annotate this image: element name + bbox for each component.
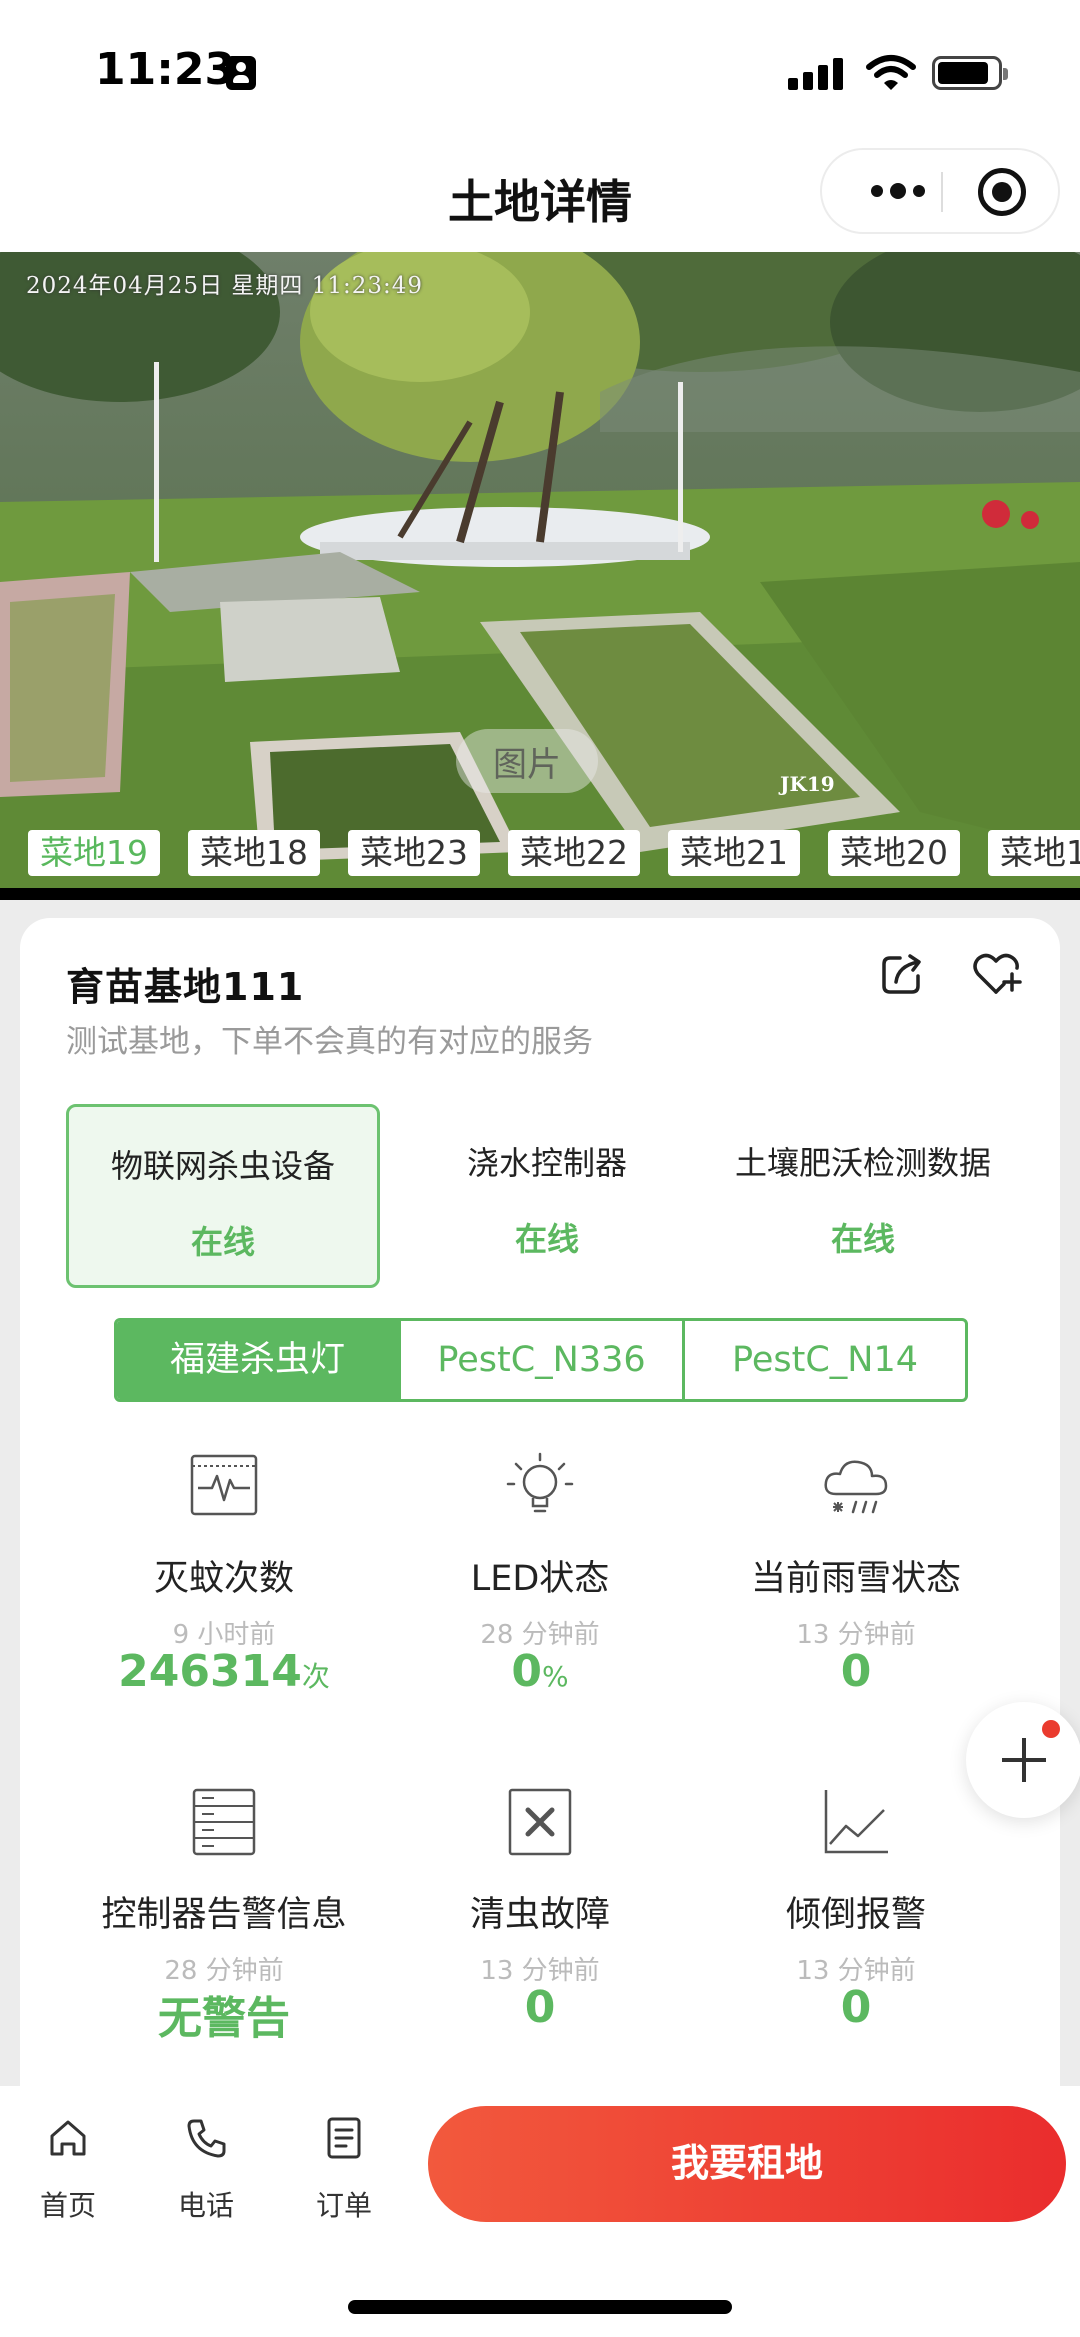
land-detail-card: 育苗基地111 测试基地，下单不会真的有对应的服务 物联网杀虫设备 在线 浇水控… [20,918,1060,2118]
plot-tab[interactable]: 菜地18 [188,830,320,876]
device-status: 在线 [830,1220,895,1258]
camera-bottom-edge [0,888,1080,900]
base-description: 测试基地，下单不会真的有对应的服务 [66,1024,593,1060]
image-watermark: 图片 [456,729,598,793]
metric-insect-clear-fault: 清虫故障 13 分钟前 0 [380,1782,700,2112]
metric-name: 灭蚊次数 [153,1559,294,1599]
metric-value: 0 [524,1982,556,2033]
plot-tab-list: 菜地19 菜地18 菜地23 菜地22 菜地21 菜地20 菜地1 [28,830,1080,880]
sub-device-segmented-control: 福建杀虫灯 PestC_N336 PestC_N14 [114,1318,968,1402]
bottom-action-bar: 首页 电话 订单 我要租地 [0,2086,1080,2337]
line-chart-icon [824,1790,888,1854]
metric-name: 控制器告警信息 [101,1895,347,1935]
home-icon [50,2120,86,2156]
metric-name: 倾倒报警 [785,1895,926,1935]
home-indicator [348,2300,732,2314]
metric-tip-over-alarm: 倾倒报警 13 分钟前 0 [696,1782,1016,2112]
device-name: 土壤肥沃检测数据 [734,1144,991,1182]
metric-value: 0 [840,1646,872,1697]
device-card-watering-controller[interactable]: 浇水控制器 在线 [390,1104,704,1288]
tab-label: 首页 [39,2189,96,2222]
favorite-heart-icon[interactable] [970,948,1022,998]
close-target-icon[interactable] [978,168,1026,216]
camera-timestamp: 2024年04月25日 星期四 11:23:49 [26,273,423,299]
sub-device-tab[interactable]: 福建杀虫灯 [117,1321,398,1399]
tab-orders[interactable]: 订单 [294,2116,394,2226]
cellular-signal-icon [788,58,844,90]
plot-tab[interactable]: 菜地23 [348,830,480,876]
camera-label: JK19 [780,772,835,796]
close-box-icon [508,1788,572,1856]
metric-mosquito-kills: 灭蚊次数 9 小时前 246314次 [64,1446,384,1776]
device-status: 在线 [190,1223,255,1261]
metric-rain-snow-status: 当前雨雪状态 13 分钟前 0 [696,1446,1016,1776]
battery-icon [932,56,1008,90]
tab-label: 订单 [315,2189,372,2222]
device-card-soil-monitor[interactable]: 土壤肥沃检测数据 在线 [706,1104,1020,1288]
floating-add-button[interactable] [966,1702,1080,1818]
device-card-insect-killer[interactable]: 物联网杀虫设备 在线 [66,1104,380,1288]
tab-home[interactable]: 首页 [18,2116,118,2226]
metric-value: 0% [511,1646,569,1697]
rent-land-button[interactable]: 我要租地 [428,2106,1066,2222]
metric-unit: % [542,1660,569,1693]
device-name: 物联网杀虫设备 [110,1147,335,1185]
status-bar: 11:23 [0,0,1080,140]
capsule-divider [941,172,943,212]
nav-bar: 土地详情 [0,140,1080,252]
phone-icon [187,2119,226,2158]
device-status: 在线 [514,1220,579,1258]
metric-name: 清虫故障 [469,1895,610,1935]
wifi-icon [866,55,916,90]
lightbulb-icon [506,1452,574,1513]
tab-phone[interactable]: 电话 [156,2116,256,2226]
notification-dot [1042,1720,1060,1738]
metric-value: 0 [840,1982,872,2033]
metric-value: 246314次 [118,1646,330,1697]
plot-tab[interactable]: 菜地21 [668,830,800,876]
metric-controller-alarm: 控制器告警信息 28 分钟前 无警告 [64,1782,384,2112]
status-time: 11:23 [95,44,236,95]
plus-icon [1002,1738,1046,1782]
metric-name: LED状态 [470,1559,610,1599]
rain-snow-cloud-icon [824,1460,888,1514]
id-card-icon [226,56,256,90]
metric-name: 当前雨雪状态 [750,1559,961,1599]
plot-tab[interactable]: 菜地1 [988,830,1080,876]
plot-tab[interactable]: 菜地20 [828,830,960,876]
plot-tab[interactable]: 菜地22 [508,830,640,876]
metric-unit: 次 [301,1660,330,1693]
camera-feed[interactable]: 2024年04月25日 星期四 11:23:49 图片 JK19 菜地19 菜地… [0,252,1080,897]
metric-led-status: LED状态 28 分钟前 0% [380,1446,700,1776]
share-icon[interactable] [878,950,926,998]
mini-program-capsule [820,148,1060,234]
metric-value: 无警告 [158,1993,290,2044]
more-icon[interactable] [858,150,938,232]
base-name: 育苗基地111 [66,965,305,1009]
plot-tab[interactable]: 菜地19 [28,830,160,876]
order-icon [327,2117,361,2159]
tab-label: 电话 [177,2189,234,2222]
device-name: 浇水控制器 [466,1144,627,1182]
pulse-monitor-icon [190,1454,258,1516]
sub-device-tab[interactable]: PestC_N14 [685,1321,965,1399]
sub-device-tab[interactable]: PestC_N336 [401,1321,682,1399]
camera-image [0,252,1080,897]
server-list-icon [192,1788,256,1856]
